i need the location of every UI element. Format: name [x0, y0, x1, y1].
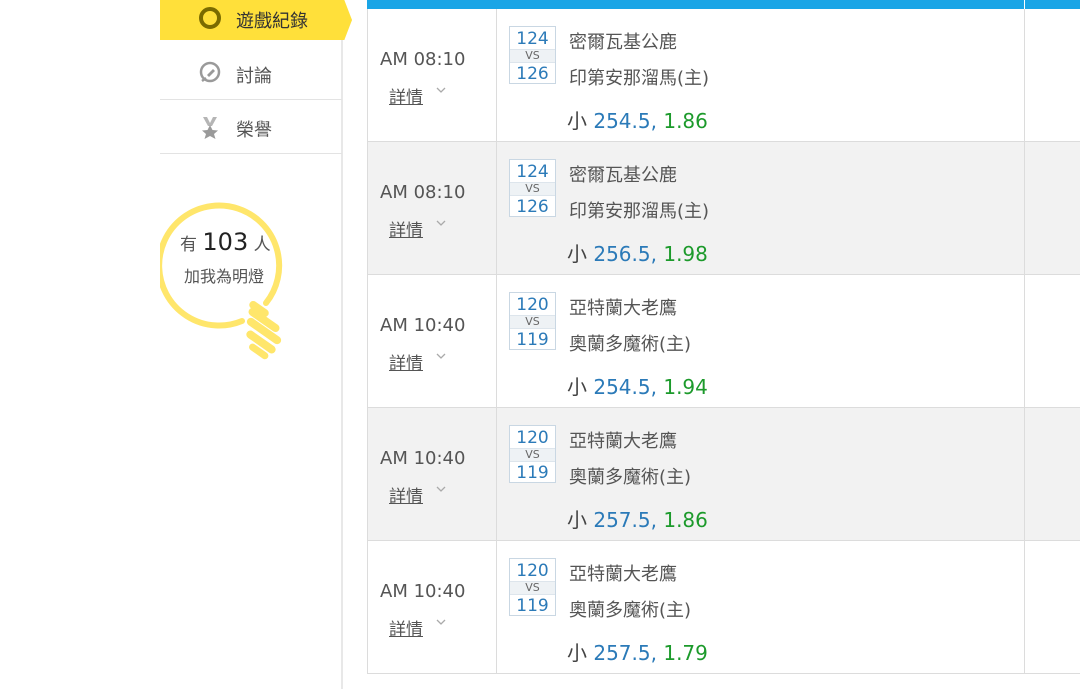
away-team: 亞特蘭大老鷹 — [569, 564, 677, 585]
score-box: 124 VS 126 — [509, 159, 556, 217]
away-team: 密爾瓦基公鹿 — [569, 32, 677, 53]
home-team: 奧蘭多魔術(主) — [569, 600, 692, 621]
home-score: 126 — [516, 197, 549, 217]
home-team: 奧蘭多魔術(主) — [569, 334, 692, 355]
away-score: 124 — [516, 29, 549, 49]
vs-label: VS — [510, 49, 555, 63]
away-team: 亞特蘭大老鷹 — [569, 431, 677, 452]
home-score: 119 — [516, 596, 549, 616]
follower-count: 有 103 人 — [180, 228, 271, 256]
ring-icon — [199, 7, 221, 29]
home-team: 印第安那溜馬(主) — [569, 201, 710, 222]
vs-label: VS — [510, 581, 555, 595]
away-team: 亞特蘭大老鷹 — [569, 298, 677, 319]
away-team: 密爾瓦基公鹿 — [569, 165, 677, 186]
home-score: 119 — [516, 463, 549, 483]
game-time: AM 08:10 — [380, 182, 466, 203]
vs-label: VS — [510, 315, 555, 329]
bet-line: 小 256.5, 1.98 — [567, 242, 708, 266]
game-time: AM 10:40 — [380, 448, 466, 469]
bet-line: 小 254.5, 1.94 — [567, 375, 708, 399]
away-score: 120 — [516, 295, 549, 315]
detail-link[interactable]: 詳情 — [389, 482, 423, 507]
chevron-down-icon[interactable] — [436, 351, 446, 361]
away-score: 120 — [516, 561, 549, 581]
sidebar-item-discussion[interactable]: 討論 — [160, 46, 342, 100]
game-time: AM 10:40 — [380, 315, 466, 336]
bet-line: 小 257.5, 1.79 — [567, 641, 708, 665]
sidebar-item-label: 榮譽 — [236, 120, 272, 141]
bet-line: 小 257.5, 1.86 — [567, 508, 708, 532]
vs-label: VS — [510, 182, 555, 196]
score-box: 120 VS 119 — [509, 425, 556, 483]
table-header-bar — [367, 0, 1080, 9]
bet-line: 小 254.5, 1.86 — [567, 109, 708, 133]
home-team: 印第安那溜馬(主) — [569, 68, 710, 89]
detail-link[interactable]: 詳情 — [389, 615, 423, 640]
detail-link[interactable]: 詳情 — [389, 83, 423, 108]
follow-caption: 加我為明燈 — [184, 267, 265, 286]
score-box: 120 VS 119 — [509, 292, 556, 350]
detail-link[interactable]: 詳情 — [389, 349, 423, 374]
medal-icon — [198, 115, 222, 139]
table-row: AM 10:40 詳情 120 VS 119 亞特蘭大老鷹 奧蘭多魔術(主) 小… — [367, 275, 1080, 408]
tab-game-records[interactable]: 遊戲紀錄 — [160, 0, 352, 40]
home-team: 奧蘭多魔術(主) — [569, 467, 692, 488]
score-box: 120 VS 119 — [509, 558, 556, 616]
home-score: 126 — [516, 64, 549, 84]
table-row: AM 08:10 詳情 124 VS 126 密爾瓦基公鹿 印第安那溜馬(主) … — [367, 142, 1080, 275]
chevron-down-icon[interactable] — [436, 85, 446, 95]
vs-label: VS — [510, 448, 555, 462]
tab-label: 遊戲紀錄 — [236, 11, 308, 32]
sidebar-item-honor[interactable]: 榮譽 — [160, 100, 342, 154]
chevron-down-icon[interactable] — [436, 617, 446, 627]
table-row: AM 10:40 詳情 120 VS 119 亞特蘭大老鷹 奧蘭多魔術(主) 小… — [367, 541, 1080, 674]
chevron-down-icon[interactable] — [436, 218, 446, 228]
detail-link[interactable]: 詳情 — [389, 216, 423, 241]
table-row: AM 10:40 詳情 120 VS 119 亞特蘭大老鷹 奧蘭多魔術(主) 小… — [367, 408, 1080, 541]
discussion-icon — [198, 61, 222, 85]
away-score: 120 — [516, 428, 549, 448]
header-divider — [1024, 0, 1025, 9]
away-score: 124 — [516, 162, 549, 182]
home-score: 119 — [516, 330, 549, 350]
table-row: AM 08:10 詳情 124 VS 126 密爾瓦基公鹿 印第安那溜馬(主) … — [367, 9, 1080, 142]
game-time: AM 10:40 — [380, 581, 466, 602]
chevron-down-icon[interactable] — [436, 484, 446, 494]
game-time: AM 08:10 — [380, 49, 466, 70]
sidebar-item-label: 討論 — [236, 66, 272, 87]
score-box: 124 VS 126 — [509, 26, 556, 84]
